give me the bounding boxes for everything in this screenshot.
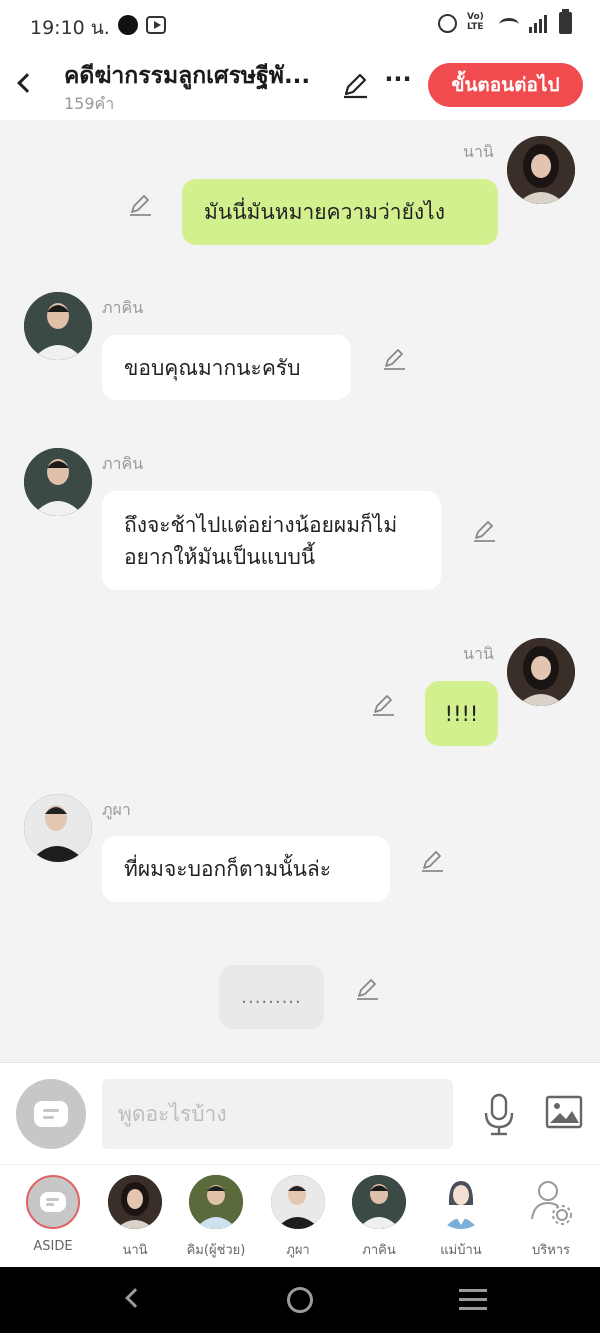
aside-toggle-button[interactable]: [16, 1079, 86, 1149]
sender-name: นานิ: [463, 142, 494, 161]
chevron-left-icon: [17, 73, 37, 93]
battery-icon: [559, 9, 572, 34]
nav-home-button[interactable]: [287, 1287, 313, 1313]
message-bubble-incoming[interactable]: ถึงจะช้าไปแต่อย่างน้อยผมก็ไม่อยากให้มันเ…: [102, 491, 441, 590]
phupha-portrait-icon: [24, 794, 92, 862]
pencil-icon: [474, 521, 495, 542]
wifi-icon: [499, 18, 519, 32]
message-bubble-outgoing[interactable]: มันนี่มันหมายความว่ายังไง: [182, 179, 498, 245]
status-time: 19:10 น.: [30, 17, 110, 39]
character-label: ASIDE: [33, 1239, 73, 1254]
message-input-bar: [0, 1062, 600, 1164]
nani-portrait-icon: [507, 638, 575, 706]
edit-message-button[interactable]: [127, 192, 153, 218]
chevron-left-icon: [125, 1288, 145, 1308]
pencil-icon: [384, 349, 405, 370]
status-icons: Vo) LTE: [438, 9, 572, 34]
character-selector: ASIDE นานิ คิม(ผู้ช่วย) ภูผา ภาคิน แม่บ้…: [0, 1164, 600, 1267]
avatar: [271, 1175, 325, 1229]
character-tab-admin[interactable]: บริหาร: [512, 1175, 590, 1260]
phakin-portrait-icon: [24, 292, 92, 360]
avatar: [189, 1175, 243, 1229]
edit-message-button[interactable]: [419, 848, 445, 874]
character-tab-nani[interactable]: นานิ: [96, 1175, 174, 1260]
alarm-icon: [438, 13, 457, 33]
avatar-phakin[interactable]: [24, 448, 92, 516]
image-icon: [545, 1095, 583, 1129]
typing-placeholder-bubble[interactable]: .........: [219, 965, 324, 1029]
character-label: แม่บ้าน: [440, 1243, 482, 1258]
aside-chat-icon: [26, 1175, 80, 1229]
pencil-icon: [373, 695, 394, 716]
nav-recents-button[interactable]: [459, 1289, 487, 1311]
character-label: คิม(ผู้ช่วย): [186, 1243, 246, 1258]
signal-icon: [529, 13, 549, 33]
volte-icon: Vo) LTE: [467, 12, 484, 32]
pencil-icon: [130, 195, 151, 216]
avatar: [108, 1175, 162, 1229]
character-label: ภูผา: [286, 1243, 310, 1258]
nav-back-button[interactable]: [120, 1287, 145, 1313]
chat-header: คดีฆ่ากรรมลูกเศรษฐีพั... 159คำ ··· ขั้นต…: [0, 50, 600, 120]
message-bubble-incoming[interactable]: ที่ผมจะบอกก็ตามนั้นล่ะ: [102, 836, 390, 902]
word-count: 159คำ: [64, 94, 115, 113]
avatar-nani[interactable]: [507, 638, 575, 706]
pencil-icon: [422, 851, 443, 872]
back-button[interactable]: [14, 68, 38, 100]
edit-message-button[interactable]: [354, 976, 380, 1002]
character-tab-aside[interactable]: ASIDE: [14, 1175, 92, 1254]
next-step-button[interactable]: ขั้นตอนต่อไป: [428, 63, 583, 107]
avatar: [352, 1175, 406, 1229]
nani-portrait-icon: [507, 136, 575, 204]
message-input[interactable]: [102, 1079, 453, 1149]
video-app-icon: [146, 16, 166, 34]
sender-name: ภูผา: [102, 800, 131, 819]
avatar-phupha[interactable]: [24, 794, 92, 862]
edit-message-button[interactable]: [381, 346, 407, 372]
edit-message-button[interactable]: [471, 518, 497, 544]
chat-bubble-icon: [34, 1101, 68, 1127]
image-upload-button[interactable]: [545, 1095, 583, 1129]
status-bar: 19:10 น. Vo) LTE: [0, 0, 600, 50]
character-tab-phupha[interactable]: ภูผา: [259, 1175, 337, 1260]
notification-dot-icon: [118, 15, 138, 35]
message-bubble-incoming[interactable]: ขอบคุณมากนะครับ: [102, 335, 351, 400]
avatar: [434, 1175, 488, 1229]
edit-message-button[interactable]: [370, 692, 396, 718]
sender-name: นานิ: [463, 644, 494, 663]
character-label: บริหาร: [531, 1243, 571, 1258]
more-options-button[interactable]: ···: [384, 64, 412, 94]
message-bubble-outgoing[interactable]: !!!!: [425, 681, 498, 746]
sender-name: ภาคิน: [102, 454, 144, 473]
pencil-icon: [357, 979, 378, 1000]
story-title: คดีฆ่ากรรมลูกเศรษฐีพั...: [64, 63, 311, 89]
character-tab-housekeeper[interactable]: แม่บ้าน: [422, 1175, 500, 1260]
chat-area[interactable]: นานิ มันนี่มันหมายความว่ายังไง ภาคิน ขอบ…: [0, 120, 600, 1062]
system-nav-bar: [0, 1267, 600, 1333]
character-tab-kim[interactable]: คิม(ผู้ช่วย): [177, 1175, 255, 1260]
sender-name: ภาคิน: [102, 298, 144, 317]
character-label: ภาคิน: [362, 1243, 396, 1258]
phakin-portrait-icon: [24, 448, 92, 516]
user-settings-icon: [524, 1175, 578, 1229]
pencil-icon: [344, 73, 367, 99]
microphone-icon: [484, 1093, 514, 1136]
microphone-button[interactable]: [482, 1093, 516, 1137]
edit-title-button[interactable]: [340, 70, 370, 100]
avatar-phakin[interactable]: [24, 292, 92, 360]
character-label: นานิ: [122, 1243, 148, 1258]
avatar-nani[interactable]: [507, 136, 575, 204]
chat-bubble-icon: [40, 1192, 66, 1212]
character-tab-phakin[interactable]: ภาคิน: [340, 1175, 418, 1260]
